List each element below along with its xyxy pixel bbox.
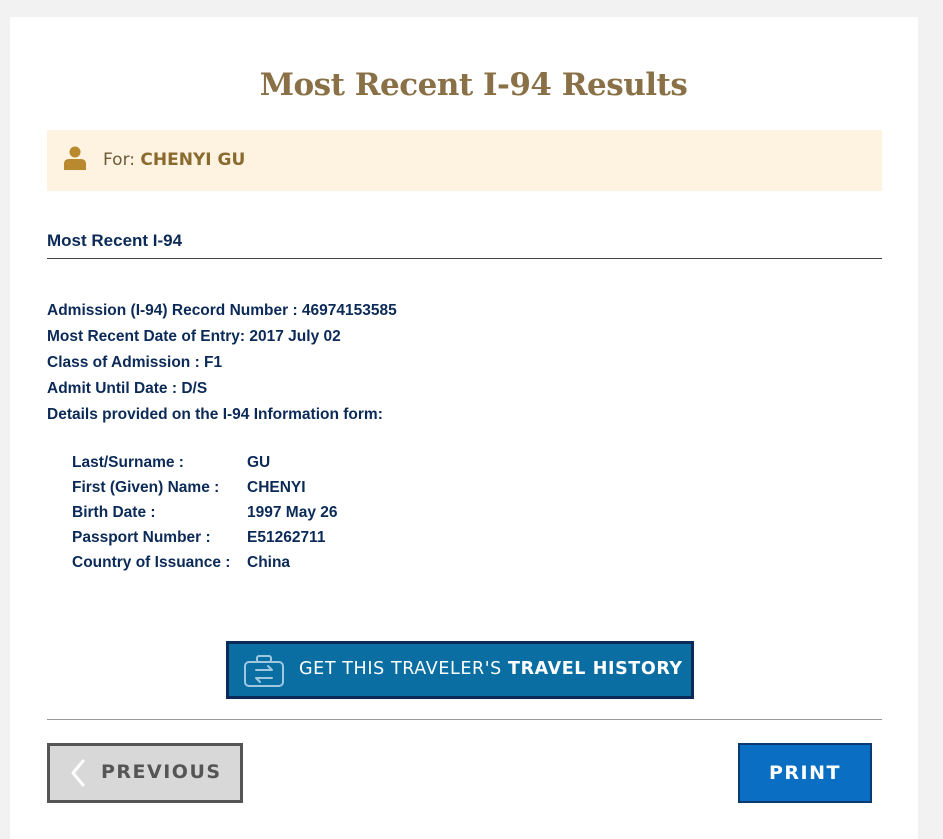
- record-number-line: Admission (I-94) Record Number : 4697415…: [47, 302, 397, 319]
- admit-until-line: Admit Until Date : D/S: [47, 380, 208, 397]
- section-heading: Most Recent I-94: [47, 231, 183, 250]
- details-row: Last/Surname : GU: [72, 453, 338, 478]
- date-of-entry-line: Most Recent Date of Entry: 2017 July 02: [47, 328, 341, 345]
- suitcase-icon: [244, 655, 284, 687]
- chevron-left-icon: [71, 759, 85, 787]
- bottom-divider: [47, 719, 882, 720]
- print-label: PRINT: [769, 762, 841, 784]
- detail-label: Country of Issuance :: [72, 554, 231, 571]
- details-row: First (Given) Name : CHENYI: [72, 478, 338, 503]
- travel-history-button[interactable]: GET THIS TRAVELER'S TRAVEL HISTORY: [226, 641, 694, 699]
- previous-label: PREVIOUS: [101, 761, 222, 783]
- details-row: Passport Number : E51262711: [72, 528, 338, 553]
- previous-button[interactable]: PREVIOUS: [47, 743, 243, 803]
- detail-value: CHENYI: [247, 479, 306, 496]
- detail-label: Birth Date :: [72, 504, 156, 521]
- traveler-for: For: CHENYI GU: [103, 150, 245, 170]
- detail-value: E51262711: [247, 529, 326, 546]
- traveler-name: CHENYI GU: [140, 150, 246, 170]
- detail-label: Passport Number :: [72, 529, 211, 546]
- travel-history-label: GET THIS TRAVELER'S TRAVEL HISTORY: [299, 659, 683, 679]
- user-icon: [64, 146, 86, 170]
- detail-value: 1997 May 26: [247, 504, 338, 521]
- page-title: Most Recent I-94 Results: [259, 67, 688, 103]
- print-button[interactable]: PRINT: [738, 743, 872, 803]
- detail-value: China: [247, 554, 291, 571]
- details-table: Last/Surname : GU First (Given) Name : C…: [72, 453, 338, 578]
- for-label: For:: [103, 150, 135, 170]
- traveler-banner: For: CHENYI GU: [47, 130, 882, 191]
- detail-label: Last/Surname :: [72, 454, 184, 471]
- detail-label: First (Given) Name :: [72, 479, 220, 496]
- record-summary: Admission (I-94) Record Number : 4697415…: [47, 300, 397, 430]
- details-row: Country of Issuance : China: [72, 553, 338, 578]
- details-row: Birth Date : 1997 May 26: [72, 503, 338, 528]
- class-of-admission-line: Class of Admission : F1: [47, 354, 223, 371]
- travel-history-prefix: GET THIS TRAVELER'S: [299, 659, 502, 679]
- section-divider: [47, 258, 882, 259]
- details-intro-line: Details provided on the I-94 Information…: [47, 406, 383, 423]
- travel-history-bold: TRAVEL HISTORY: [508, 659, 683, 679]
- results-card: Most Recent I-94 Results For: CHENYI GU …: [10, 17, 918, 839]
- detail-value: GU: [247, 454, 271, 471]
